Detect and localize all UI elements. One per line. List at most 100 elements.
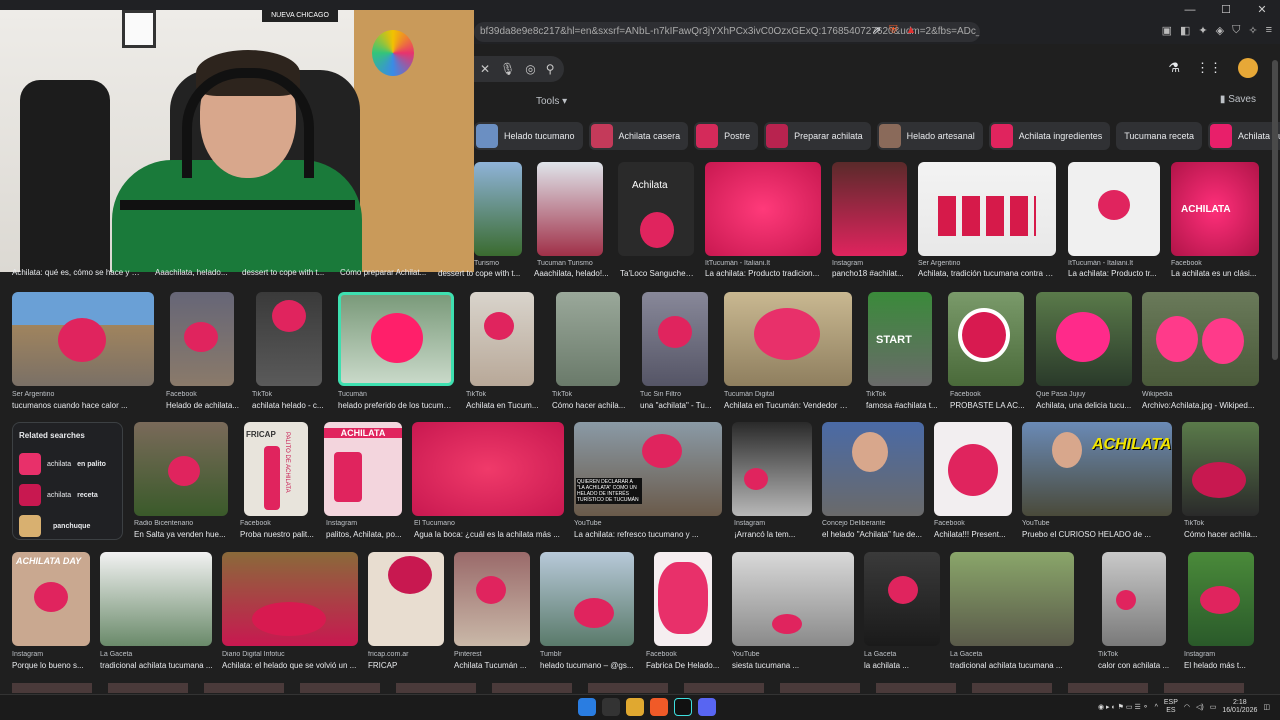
result-title[interactable]: Helado de achilata... bbox=[166, 401, 242, 410]
result-title[interactable]: Pruebo el CURIOSO HELADO de ... bbox=[1022, 530, 1172, 539]
result-title[interactable]: tradicional achilata tucumana ... bbox=[100, 661, 214, 670]
result-title[interactable]: En Salta ya venden hue... bbox=[134, 530, 234, 539]
result-title[interactable]: calor con achilata ... bbox=[1098, 661, 1174, 670]
result-title[interactable]: pancho18 #achilat... bbox=[832, 269, 907, 278]
tray-icons[interactable]: ◉ ▸ ◐ ⚑ ▭ ☰ ⚬ bbox=[1098, 703, 1149, 711]
result-title[interactable]: Achilata: qué es, cómo se hace y q... bbox=[12, 268, 142, 277]
volume-icon[interactable]: ◁) bbox=[1196, 703, 1204, 711]
result-title[interactable]: Cómo preparar Achilat... bbox=[340, 268, 435, 277]
scrollbar[interactable] bbox=[1272, 60, 1278, 360]
microphone-icon[interactable]: 🎙 bbox=[500, 62, 515, 76]
result-title[interactable]: Proba nuestro palit... bbox=[240, 530, 316, 539]
leo-icon[interactable]: ✧ bbox=[1248, 24, 1257, 37]
image-result[interactable] bbox=[368, 552, 444, 646]
chrome-icon[interactable] bbox=[602, 698, 620, 716]
chip-achilata-ingredientes[interactable]: Achilata ingredientes bbox=[988, 122, 1111, 150]
notification-icon[interactable]: ◫ bbox=[1263, 703, 1270, 711]
image-result-selected[interactable] bbox=[338, 292, 454, 386]
close-button[interactable]: ✕ bbox=[1244, 0, 1280, 20]
related-item-en-palito[interactable]: achilata en palito bbox=[19, 450, 116, 478]
tools-dropdown[interactable]: Tools ▾ bbox=[536, 96, 567, 107]
result-title[interactable]: FRICAP bbox=[368, 661, 444, 670]
image-result[interactable] bbox=[732, 552, 854, 646]
sidebar-icon[interactable]: ◧ bbox=[1180, 24, 1190, 37]
result-title[interactable]: helado tucumano – @gs... bbox=[540, 661, 634, 670]
rewards-icon[interactable]: ▲ bbox=[905, 24, 916, 37]
result-title[interactable]: El helado más t... bbox=[1184, 661, 1260, 670]
saves-button[interactable]: ▮ Saves bbox=[1220, 94, 1256, 105]
result-title[interactable]: Achilata!!! Present... bbox=[934, 530, 1014, 539]
chip-achilata-fruta[interactable]: Achilata fruta bbox=[1207, 122, 1280, 150]
share-icon[interactable]: ⇗ bbox=[872, 24, 881, 37]
image-result[interactable] bbox=[1182, 422, 1259, 516]
result-title[interactable]: tradicional achilata tucumana ... bbox=[950, 661, 1074, 670]
screenshot-icon[interactable]: ▣ bbox=[1162, 24, 1172, 37]
image-result[interactable] bbox=[654, 552, 712, 646]
minimize-button[interactable]: — bbox=[1172, 0, 1208, 20]
battery-icon[interactable]: ▭ bbox=[1210, 703, 1217, 711]
image-result[interactable] bbox=[934, 422, 1012, 516]
result-title[interactable]: famosa #achilata t... bbox=[866, 401, 938, 410]
chip-preparar-achilata[interactable]: Preparar achilata bbox=[764, 122, 871, 150]
image-result[interactable] bbox=[705, 162, 821, 256]
image-result[interactable] bbox=[948, 292, 1024, 386]
search-box[interactable]: ✕ 🎙 ◎ ⚲ bbox=[474, 56, 564, 82]
maximize-button[interactable]: ☐ bbox=[1208, 0, 1244, 20]
result-title[interactable]: tucumanos cuando hace calor ... bbox=[12, 401, 154, 410]
wallet-icon[interactable]: ◈ bbox=[1216, 24, 1224, 37]
image-result[interactable]: ACHILATA bbox=[1022, 422, 1172, 516]
image-result[interactable] bbox=[540, 552, 634, 646]
related-item-panchuque[interactable]: panchuque bbox=[19, 512, 116, 540]
apps-grid-icon[interactable]: ⋮⋮ bbox=[1196, 60, 1222, 76]
image-result[interactable]: QUIEREN DECLARAR A "LA ACHILATA" COMO UN… bbox=[574, 422, 722, 516]
result-title[interactable]: La achilata: Producto tradicion... bbox=[705, 269, 821, 278]
folder-icon[interactable] bbox=[626, 698, 644, 716]
result-title[interactable]: Ta'Loco Sanguchero... bbox=[620, 269, 696, 278]
result-title[interactable]: Fabrica De Helado... bbox=[646, 661, 722, 670]
image-result[interactable] bbox=[134, 422, 228, 516]
image-result[interactable]: ACHILATA bbox=[324, 422, 402, 516]
result-title[interactable]: Porque lo bueno s... bbox=[12, 661, 90, 670]
image-result[interactable] bbox=[454, 552, 530, 646]
brave-shield-icon[interactable]: ⛨ bbox=[889, 24, 897, 37]
chip-helado-tucumano[interactable]: Helado tucumano bbox=[474, 122, 583, 150]
image-result[interactable]: ACHILATA bbox=[1171, 162, 1259, 256]
extensions-icon[interactable]: ✦ bbox=[1198, 24, 1207, 37]
image-result[interactable] bbox=[100, 552, 212, 646]
result-title[interactable]: siesta tucumana ... bbox=[732, 661, 854, 670]
image-result[interactable] bbox=[724, 292, 852, 386]
language-indicator[interactable]: ESP ES bbox=[1164, 699, 1178, 715]
result-title[interactable]: Agua la boca: ¿cuál es la achilata más .… bbox=[414, 530, 566, 539]
result-title[interactable]: una "achilata" - Tu... bbox=[640, 401, 714, 410]
image-result[interactable] bbox=[537, 162, 603, 256]
image-result[interactable] bbox=[832, 162, 907, 256]
result-title[interactable]: achilata helado - c... bbox=[252, 401, 328, 410]
search-icon[interactable]: ⚲ bbox=[546, 62, 555, 76]
windows-start-icon[interactable] bbox=[578, 698, 596, 716]
chip-helado-artesanal[interactable]: Helado artesanal bbox=[876, 122, 983, 150]
image-result[interactable] bbox=[1102, 552, 1166, 646]
result-title[interactable]: la achilata ... bbox=[864, 661, 940, 670]
image-result[interactable] bbox=[222, 552, 358, 646]
image-result[interactable] bbox=[1068, 162, 1160, 256]
result-title[interactable]: Cómo hacer achila... bbox=[552, 401, 626, 410]
image-result[interactable]: FRICAP PALITO DE ACHILATA bbox=[244, 422, 308, 516]
image-result[interactable] bbox=[1036, 292, 1132, 386]
result-title[interactable]: el helado "Achilata" fue de... bbox=[822, 530, 924, 539]
result-title[interactable]: Achilata en Tucumán: Vendedor di... bbox=[724, 401, 852, 410]
result-title[interactable]: Cómo hacer achila... bbox=[1184, 530, 1261, 539]
result-title[interactable]: Achilata, una delicia tucu... bbox=[1036, 401, 1132, 410]
clear-icon[interactable]: ✕ bbox=[480, 62, 490, 76]
image-result[interactable] bbox=[474, 162, 522, 256]
clock[interactable]: 2:18 16/01/2026 bbox=[1222, 699, 1257, 715]
image-result[interactable]: Achilata bbox=[618, 162, 694, 256]
result-title[interactable]: Aaachilata, helado... bbox=[155, 268, 240, 277]
image-result[interactable]: ACHILATA DAY bbox=[12, 552, 90, 646]
image-result[interactable] bbox=[12, 292, 154, 386]
result-title[interactable]: La achilata: Producto tr... bbox=[1068, 269, 1160, 278]
result-title[interactable]: PROBASTE LA AC... bbox=[950, 401, 1026, 410]
lens-icon[interactable]: ◎ bbox=[525, 62, 535, 76]
image-result[interactable] bbox=[642, 292, 708, 386]
result-title[interactable]: Aaachilata, helado!... bbox=[534, 269, 614, 278]
result-title[interactable]: helado preferido de los tucuma... bbox=[338, 401, 454, 410]
